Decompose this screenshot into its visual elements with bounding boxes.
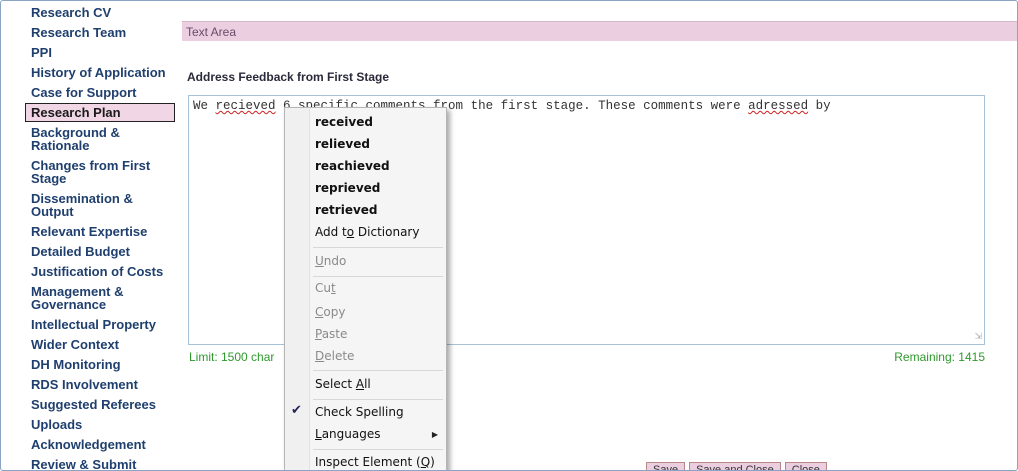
menu-separator — [313, 370, 443, 371]
suggestion-received[interactable]: received — [313, 112, 443, 132]
sidebar-item-background-rationale[interactable]: Background & Rationale — [25, 123, 145, 155]
check-spelling-item[interactable]: Check Spelling — [313, 402, 443, 422]
sidebar-item-research-cv[interactable]: Research CV — [25, 3, 111, 22]
text-segment: by — [808, 99, 831, 113]
suggestion-reprieved[interactable]: reprieved — [313, 178, 443, 198]
sidebar-item-relevant-expertise[interactable]: Relevant Expertise — [25, 222, 147, 241]
save-button[interactable]: Save — [646, 462, 686, 470]
suggestion-reachieved[interactable]: reachieved — [313, 156, 443, 176]
misspelled-word-adressed[interactable]: adressed — [748, 99, 808, 113]
misspelled-word-recieved[interactable]: recieved — [216, 99, 276, 113]
sidebar-item-detailed-budget[interactable]: Detailed Budget — [25, 242, 130, 261]
menu-separator — [313, 449, 443, 450]
field-label: Address Feedback from First Stage — [187, 70, 390, 84]
cut-item: Cut — [315, 281, 336, 295]
close-button[interactable]: Close — [784, 462, 827, 470]
undo-item: Undo — [315, 254, 347, 268]
sidebar-item-case-for-support[interactable]: Case for Support — [25, 83, 136, 102]
triangle-right-icon: ▶ — [431, 430, 438, 439]
sidebar-item-acknowledgement[interactable]: Acknowledgement — [25, 435, 146, 454]
section-header-title: Text Area — [186, 25, 237, 39]
character-limit: Limit: 1500 char — [189, 350, 275, 364]
suggestion-relieved[interactable]: relieved — [313, 134, 443, 154]
sidebar-item-wider-context[interactable]: Wider Context — [25, 335, 119, 354]
sidebar-item-ppi[interactable]: PPI — [25, 43, 52, 62]
inspect-element-item[interactable]: Inspect Element (Q) — [313, 452, 443, 470]
sidebar-item-uploads[interactable]: Uploads — [25, 415, 82, 434]
text-segment: We — [193, 99, 216, 113]
sidebar-nav: Research CV Research Team PPI History of… — [25, 1, 177, 470]
application-frame: Research CV Research Team PPI History of… — [0, 0, 1018, 471]
sidebar-item-dh-monitoring[interactable]: DH Monitoring — [25, 355, 121, 374]
sidebar-item-dissemination-output[interactable]: Dissemination & Output — [25, 189, 145, 221]
languages-item[interactable]: Languages — [313, 424, 443, 444]
sidebar-item-research-plan[interactable]: Research Plan — [25, 103, 175, 122]
menu-separator — [313, 276, 443, 277]
sidebar-item-intellectual-property[interactable]: Intellectual Property — [25, 315, 156, 334]
checkmark-icon: ✔ — [291, 403, 302, 418]
save-and-close-button[interactable]: Save and Close — [689, 462, 781, 470]
sidebar-item-rds-involvement[interactable]: RDS Involvement — [25, 375, 138, 394]
sidebar-item-review-submit[interactable]: Review & Submit — [25, 455, 136, 470]
sidebar-item-justification-of-costs[interactable]: Justification of Costs — [25, 262, 163, 281]
delete-item: Delete — [315, 349, 355, 363]
sidebar-item-research-team[interactable]: Research Team — [25, 23, 126, 42]
menu-separator — [313, 247, 443, 248]
paste-item: Paste — [315, 327, 348, 341]
copy-item: Copy — [315, 305, 346, 319]
characters-remaining: Remaining: 1415 — [894, 350, 985, 364]
form-buttons: Save Save and Close Close — [646, 462, 827, 470]
resize-grip-icon[interactable]: ⇲ — [974, 331, 982, 342]
add-to-dictionary-item[interactable]: Add to Dictionary — [313, 222, 443, 242]
sidebar-item-suggested-referees[interactable]: Suggested Referees — [25, 395, 156, 414]
section-header: Text Area — [182, 21, 1017, 41]
context-menu: received relieved reachieved reprieved r… — [284, 107, 447, 470]
sidebar-item-management-governance[interactable]: Management & Governance — [25, 282, 145, 314]
select-all-item[interactable]: Select All — [313, 374, 443, 394]
suggestion-retrieved[interactable]: retrieved — [313, 200, 443, 220]
menu-separator — [313, 399, 443, 400]
sidebar-item-history-of-application[interactable]: History of Application — [25, 63, 166, 82]
sidebar-item-changes-from-first-stage[interactable]: Changes from First Stage — [25, 156, 165, 188]
